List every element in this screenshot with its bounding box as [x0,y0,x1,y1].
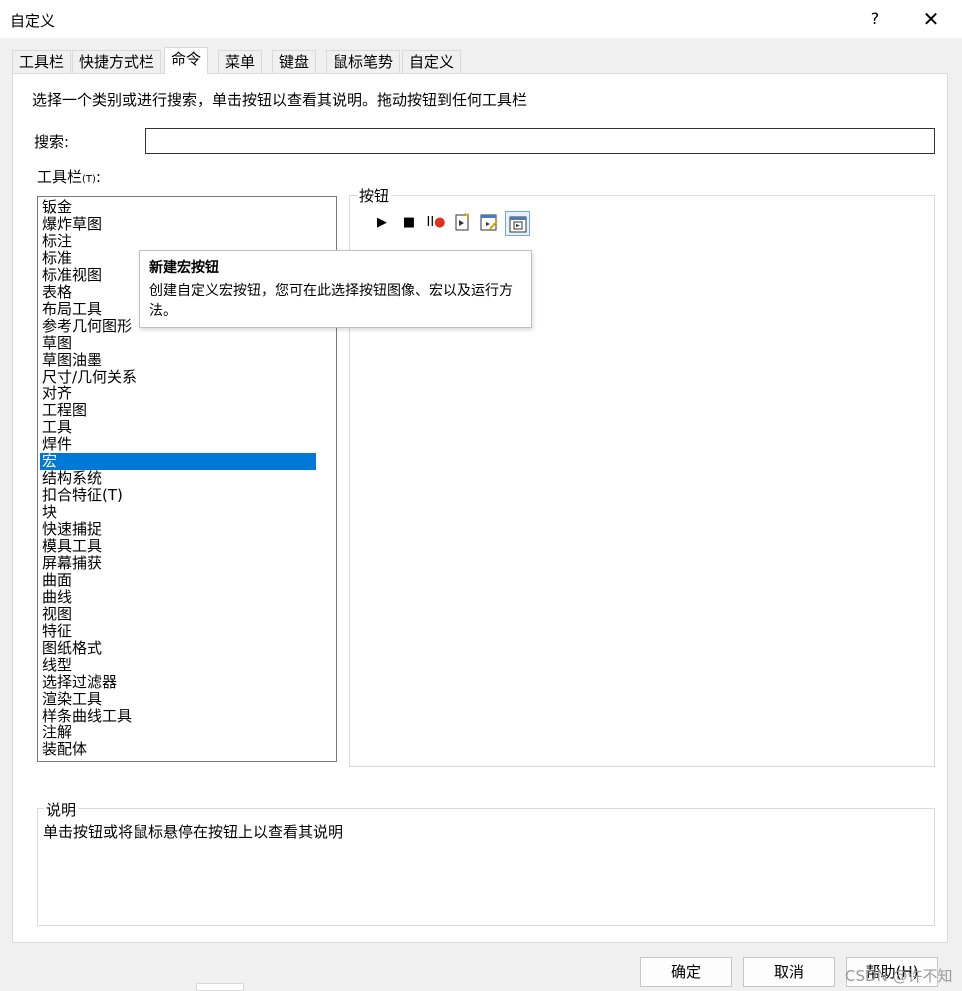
list-item[interactable]: 曲面 [40,571,316,589]
list-item[interactable]: 结构系统 [40,470,316,487]
toolbar-list-label: 工具栏(T): [37,166,101,187]
tab-commands[interactable]: 命令 [164,47,209,74]
tab-shortcutbars[interactable]: 快捷方式栏 [72,50,162,73]
list-item[interactable]: 宏 [40,453,316,471]
cancel-button[interactable]: 取消 [743,957,835,987]
edit-macro-icon[interactable] [478,212,500,234]
list-item[interactable]: 草图 [40,334,316,352]
tab-keyboard[interactable]: 键盘 [272,50,317,73]
list-item[interactable]: 特征 [40,622,316,640]
list-item[interactable]: 对齐 [40,385,316,402]
list-item[interactable]: 装配体 [40,741,316,758]
list-item[interactable]: 屏幕捕获 [40,554,316,572]
new-macro-button-svg [509,216,526,233]
list-item[interactable]: 爆炸草图 [40,215,316,233]
new-macro-icon[interactable] [451,212,473,234]
tab-mouse-gestures[interactable]: 鼠标笔势 [326,50,401,73]
list-item[interactable]: 视图 [40,605,316,623]
toolbar-list-shortcut: (T) [82,174,96,185]
list-item[interactable]: 块 [40,504,316,521]
buttons-group-label: 按钮 [357,185,392,206]
description-label: 说明 [44,799,79,820]
edit-macro-svg [480,214,498,231]
instructions-text: 选择一个类别或进行搜索，单击按钮以查看其说明。拖动按钮到任何工具栏 [32,91,528,109]
tab-customization[interactable]: 自定义 [402,50,462,73]
stop-macro-icon[interactable]: ■ [398,212,420,234]
ok-button[interactable]: 确定 [640,957,732,987]
record-dot-icon: ● [434,215,446,230]
list-item[interactable]: 模具工具 [40,538,316,555]
new-macro-svg [455,212,470,231]
list-item[interactable]: 快速捕捉 [40,521,316,538]
pause-record-icon[interactable]: II● [423,212,449,234]
list-item[interactable]: 扣合特征(T) [40,487,316,504]
list-item[interactable]: 工程图 [40,402,316,419]
list-item[interactable]: 标注 [40,232,316,250]
toolbar-list-colon: : [95,168,101,186]
tab-toolbars[interactable]: 工具栏 [12,50,72,73]
list-item[interactable]: 图纸格式 [40,639,316,657]
bottom-edge-tab [196,983,244,991]
list-item[interactable]: 工具 [40,419,316,436]
run-macro-icon[interactable]: ▶ [371,212,393,234]
new-macro-button-icon[interactable] [505,211,530,236]
list-item[interactable]: 焊件 [40,436,316,453]
list-item[interactable]: 注解 [40,724,316,741]
tab-menus[interactable]: 菜单 [218,50,263,73]
description-text: 单击按钮或将鼠标悬停在按钮上以查看其说明 [43,823,344,841]
close-button[interactable]: ✕ [916,6,946,32]
list-item[interactable]: 线型 [40,656,316,674]
search-label: 搜索: [34,133,70,151]
list-item[interactable]: 钣金 [40,199,316,216]
help-button[interactable]: ? [862,6,888,32]
window-title: 自定义 [10,12,56,30]
watermark: CSDN @许不知 [845,967,953,985]
list-item[interactable]: 草图油墨 [40,351,316,369]
title-bar [0,0,962,38]
toolbar-list-label-text: 工具栏 [37,168,83,186]
pause-glyph: II [426,215,435,230]
list-item[interactable]: 尺寸/几何关系 [40,368,316,386]
tooltip-title: 新建宏按钮 [149,260,219,276]
tooltip-text: 创建自定义宏按钮，您可在此选择按钮图像、宏以及运行方法。 [149,283,513,319]
list-item[interactable]: 选择过滤器 [40,673,316,691]
tooltip: 新建宏按钮 创建自定义宏按钮，您可在此选择按钮图像、宏以及运行方法。 [139,250,532,328]
list-item[interactable]: 曲线 [40,588,316,606]
list-item[interactable]: 渲染工具 [40,690,316,708]
search-input[interactable] [145,128,935,154]
list-item[interactable]: 样条曲线工具 [40,707,316,725]
